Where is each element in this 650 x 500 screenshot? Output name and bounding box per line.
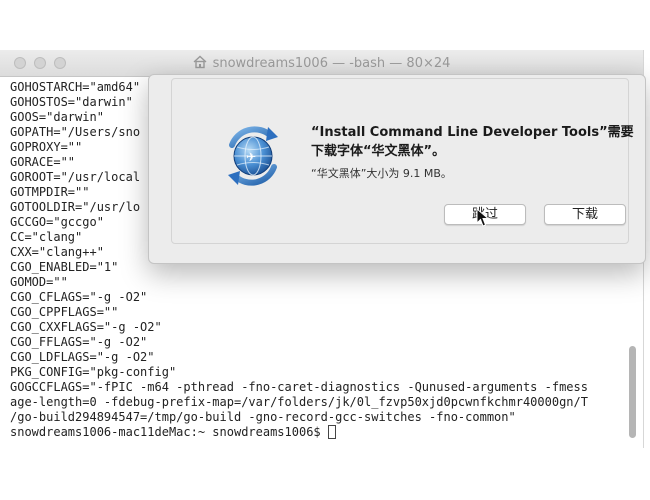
terminal-line: CGO_CXXFLAGS="-g -O2" — [10, 320, 162, 334]
terminal-prompt-line[interactable]: snowdreams1006-mac11deMac:~ snowdreams10… — [10, 425, 630, 440]
software-update-icon: ✈ — [228, 126, 278, 186]
home-icon — [193, 55, 207, 69]
terminal-line: CGO_FFLAGS="-g -O2" — [10, 335, 148, 349]
terminal-line: CGO_CFLAGS="-g -O2" — [10, 290, 148, 304]
terminal-line: CGO_CPPFLAGS="" — [10, 305, 119, 319]
svg-text:✈: ✈ — [246, 150, 256, 164]
title-bar[interactable]: snowdreams1006 — -bash — 80×24 — [0, 50, 643, 77]
text-cursor — [327, 425, 336, 439]
shell-prompt: snowdreams1006-mac11deMac:~ snowdreams10… — [10, 425, 328, 439]
window-title: snowdreams1006 — -bash — 80×24 — [0, 55, 643, 71]
font-download-dialog: ✈ “Install Command Line Developer Tools”… — [148, 74, 646, 264]
terminal-line: CGO_LDFLAGS="-g -O2" — [10, 350, 155, 364]
window-title-text: snowdreams1006 — -bash — 80×24 — [212, 56, 451, 71]
download-button[interactable]: 下载 — [544, 204, 626, 225]
scrollbar-thumb[interactable] — [629, 346, 636, 438]
terminal-line: GOMOD="" — [10, 275, 68, 289]
terminal-line: GOGCCFLAGS="-fPIC -m64 -pthread -fno-car… — [10, 380, 588, 394]
terminal-line: /go-build294894547=/tmp/go-build -gno-re… — [10, 410, 516, 424]
terminal-line: age-length=0 -fdebug-prefix-map=/var/fol… — [10, 395, 588, 409]
dialog-panel: ✈ “Install Command Line Developer Tools”… — [171, 78, 634, 244]
dialog-message: “华文黑体”大小为 9.1 MB。 — [311, 167, 452, 180]
terminal-line: PKG_CONFIG="pkg-config" — [10, 365, 177, 379]
mouse-pointer-icon — [476, 208, 490, 227]
dialog-title: “Install Command Line Developer Tools”需要… — [311, 125, 634, 159]
